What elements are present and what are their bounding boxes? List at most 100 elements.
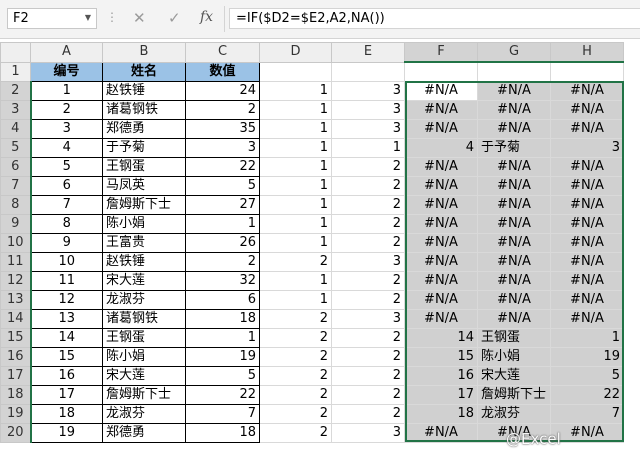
cell-a[interactable]: 8 (30, 213, 103, 234)
cell-c[interactable]: 1 (185, 327, 260, 348)
cell-d[interactable]: 2 (259, 365, 332, 386)
cell-h[interactable]: 3 (550, 137, 624, 158)
name-box[interactable]: F2 ▼ (7, 8, 97, 29)
cell-g[interactable]: #N/A (477, 175, 551, 196)
cell-h[interactable]: #N/A (550, 251, 624, 272)
cell-g[interactable]: 詹姆斯下士 (477, 384, 551, 405)
cell-d[interactable]: 1 (259, 156, 332, 177)
cell-g[interactable]: 于予菊 (477, 137, 551, 158)
column-header-f[interactable]: F (404, 42, 478, 63)
cell-b[interactable]: 赵铁锤 (102, 251, 186, 272)
column-header-h[interactable]: H (550, 42, 624, 63)
cell-a[interactable]: 7 (30, 194, 103, 215)
cell-a[interactable]: 19 (30, 422, 103, 443)
cell-g[interactable]: 王钢蛋 (477, 327, 551, 348)
cell-g[interactable]: #N/A (477, 80, 551, 101)
cell-e[interactable]: 2 (331, 175, 405, 196)
cell-f[interactable]: #N/A (404, 232, 478, 253)
cell-b[interactable]: 龙淑芬 (102, 289, 186, 310)
cell-h[interactable]: #N/A (550, 270, 624, 291)
cell-d[interactable] (259, 61, 332, 82)
cell-c[interactable]: 2 (185, 251, 260, 272)
column-header-c[interactable]: C (185, 42, 260, 63)
cell-e[interactable]: 1 (331, 137, 405, 158)
cell-h[interactable]: #N/A (550, 99, 624, 120)
cell-f[interactable]: 15 (404, 346, 478, 367)
row-header[interactable]: 14 (0, 308, 32, 329)
column-header-g[interactable]: G (477, 42, 551, 63)
cell-f[interactable]: #N/A (404, 213, 478, 234)
cell-d[interactable]: 2 (259, 384, 332, 405)
cell-e[interactable]: 3 (331, 118, 405, 139)
cell-f[interactable]: 17 (404, 384, 478, 405)
cell-f[interactable] (404, 61, 478, 82)
cell-c[interactable]: 数值 (185, 61, 260, 82)
row-header[interactable]: 15 (0, 327, 32, 348)
column-header-a[interactable]: A (30, 42, 103, 63)
cell-h[interactable] (550, 61, 624, 82)
cell-c[interactable]: 22 (185, 156, 260, 177)
cell-e[interactable]: 3 (331, 99, 405, 120)
cell-a[interactable]: 3 (30, 118, 103, 139)
cell-b[interactable]: 陈小娟 (102, 213, 186, 234)
cell-c[interactable]: 5 (185, 175, 260, 196)
cell-h[interactable]: #N/A (550, 289, 624, 310)
cell-d[interactable]: 2 (259, 251, 332, 272)
cell-c[interactable]: 35 (185, 118, 260, 139)
cell-e[interactable]: 2 (331, 327, 405, 348)
cell-b[interactable]: 陈小娟 (102, 346, 186, 367)
cell-g[interactable]: 龙淑芬 (477, 403, 551, 424)
cell-c[interactable]: 18 (185, 422, 260, 443)
cell-d[interactable]: 1 (259, 289, 332, 310)
cell-c[interactable]: 7 (185, 403, 260, 424)
cell-a[interactable]: 14 (30, 327, 103, 348)
cell-e[interactable]: 2 (331, 194, 405, 215)
cell-g[interactable]: #N/A (477, 194, 551, 215)
cell-h[interactable]: #N/A (550, 422, 624, 443)
cell-a[interactable]: 编号 (30, 61, 103, 82)
cell-h[interactable]: #N/A (550, 308, 624, 329)
cell-a[interactable]: 5 (30, 156, 103, 177)
cell-e[interactable]: 2 (331, 403, 405, 424)
row-header[interactable]: 2 (0, 80, 32, 101)
column-header-d[interactable]: D (259, 42, 332, 63)
row-header[interactable]: 11 (0, 251, 32, 272)
cell-d[interactable]: 1 (259, 213, 332, 234)
cell-e[interactable]: 2 (331, 213, 405, 234)
cell-h[interactable]: #N/A (550, 156, 624, 177)
cell-d[interactable]: 1 (259, 137, 332, 158)
cell-b[interactable]: 姓名 (102, 61, 186, 82)
row-header[interactable]: 9 (0, 213, 32, 234)
cell-f[interactable]: #N/A (404, 251, 478, 272)
cell-e[interactable]: 2 (331, 384, 405, 405)
row-header[interactable]: 20 (0, 422, 32, 443)
cell-b[interactable]: 詹姆斯下士 (102, 384, 186, 405)
cell-b[interactable]: 赵铁锤 (102, 80, 186, 101)
cell-e[interactable]: 3 (331, 80, 405, 101)
row-header[interactable]: 4 (0, 118, 32, 139)
row-header[interactable]: 12 (0, 270, 32, 291)
column-header-b[interactable]: B (102, 42, 186, 63)
cell-g[interactable]: #N/A (477, 251, 551, 272)
cell-d[interactable]: 1 (259, 194, 332, 215)
cell-f[interactable]: #N/A (404, 80, 478, 101)
cell-c[interactable]: 1 (185, 213, 260, 234)
row-header[interactable]: 6 (0, 156, 32, 177)
row-header[interactable]: 3 (0, 99, 32, 120)
cell-b[interactable]: 龙淑芬 (102, 403, 186, 424)
cell-c[interactable]: 24 (185, 80, 260, 101)
cell-h[interactable]: #N/A (550, 213, 624, 234)
cell-d[interactable]: 2 (259, 403, 332, 424)
row-header[interactable]: 10 (0, 232, 32, 253)
formula-input[interactable]: =IF($D2=$E2,A2,NA()) (229, 8, 640, 29)
cell-f[interactable]: #N/A (404, 156, 478, 177)
cell-c[interactable]: 27 (185, 194, 260, 215)
cell-e[interactable]: 2 (331, 156, 405, 177)
cell-g[interactable]: 陈小娟 (477, 346, 551, 367)
cell-h[interactable]: 5 (550, 365, 624, 386)
cell-d[interactable]: 2 (259, 327, 332, 348)
cell-a[interactable]: 6 (30, 175, 103, 196)
cell-b[interactable]: 诸葛钢铁 (102, 308, 186, 329)
cell-a[interactable]: 9 (30, 232, 103, 253)
select-all-corner[interactable] (0, 42, 31, 63)
